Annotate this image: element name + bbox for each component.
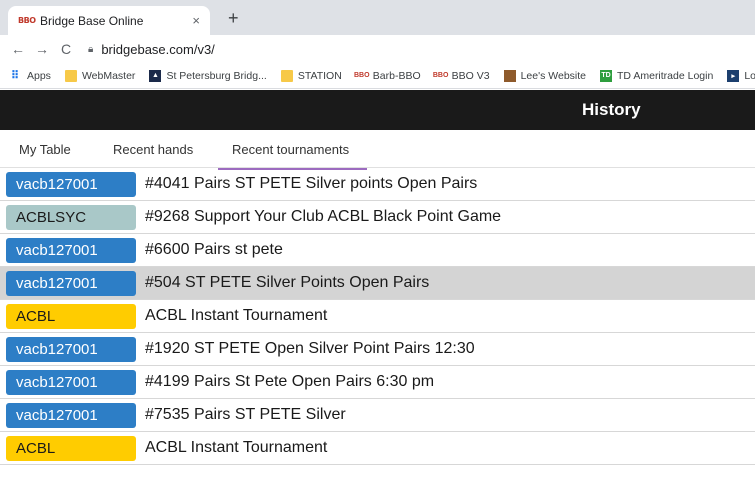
tab-recent-tournaments[interactable]: Recent tournaments — [218, 142, 368, 170]
tournament-row-selected[interactable]: vacb127001 #504 ST PETE Silver Points Ope… — [0, 267, 755, 300]
browser-toolbar: ← → C 🔒︎ bridgebase.com/v3/ — [0, 35, 755, 63]
lee-favicon-icon — [503, 69, 516, 82]
apps-grid-icon: ⠿ — [10, 70, 20, 82]
host-badge: vacb127001 — [6, 238, 136, 263]
bookmark-webmaster[interactable]: WebMaster — [64, 69, 136, 82]
stpete-favicon-icon: ▲ — [149, 69, 162, 82]
tournament-row[interactable]: vacb127001 #4199 Pairs St Pete Open Pairs… — [0, 366, 755, 399]
tournament-title: #9268 Support Your Club ACBL Black Point… — [145, 208, 502, 225]
bookmark-label: Apps — [27, 69, 51, 82]
folder-icon — [280, 69, 293, 82]
tournament-row[interactable]: vacb127001 #6600 Pairs st pete — [0, 234, 755, 267]
folder-icon — [64, 69, 77, 82]
reload-button[interactable]: C — [56, 41, 76, 57]
tournament-title: #504 ST PETE Silver Points Open Pairs — [145, 274, 430, 291]
bookmark-td-ameritrade[interactable]: TD TD Ameritrade Login — [600, 69, 714, 82]
tab-recent-hands[interactable]: Recent hands — [113, 142, 193, 157]
bookmark-label: Log In Ta — [744, 69, 755, 82]
tournament-title: ACBL Instant Tournament — [145, 307, 328, 324]
lock-icon: 🔒︎ — [88, 43, 94, 55]
tournament-list: vacb127001 #4041 Pairs ST PETE Silver poi… — [0, 168, 755, 465]
tab-strip: BBO Bridge Base Online × + — [0, 0, 755, 35]
new-tab-button[interactable]: + — [228, 8, 239, 29]
bookmark-label: TD Ameritrade Login — [617, 69, 714, 82]
tournament-title: ACBL Instant Tournament — [145, 439, 328, 456]
bookmark-st-petersburg[interactable]: ▲ St Petersburg Bridg... — [149, 69, 267, 82]
bookmark-label: STATION — [297, 69, 342, 82]
bookmark-lees-website[interactable]: Lee's Website — [503, 69, 587, 82]
bookmark-barb-bbo[interactable]: BBO Barb-BBO — [354, 69, 421, 82]
tournament-row[interactable]: vacb127001 #7535 Pairs ST PETE Silver — [0, 399, 755, 432]
host-badge: ACBL — [6, 304, 136, 329]
td-favicon-icon: TD — [600, 69, 613, 82]
host-badge: vacb127001 — [6, 271, 136, 296]
tournament-row[interactable]: ACBL ACBL Instant Tournament — [0, 432, 755, 465]
url-text: bridgebase.com/v3/ — [101, 41, 215, 57]
tournament-row[interactable]: vacb127001 #1920 ST PETE Open Silver Poin… — [0, 333, 755, 366]
host-badge: vacb127001 — [6, 403, 136, 428]
bookmark-label: WebMaster — [81, 69, 136, 82]
bookmark-log-in[interactable]: ▸ Log In Ta — [727, 69, 755, 82]
bbo-favicon-icon: BBO — [354, 72, 370, 79]
address-bar[interactable]: 🔒︎ bridgebase.com/v3/ — [88, 42, 215, 57]
browser-tab[interactable]: BBO Bridge Base Online × — [8, 6, 210, 35]
bookmark-station[interactable]: STATION — [280, 69, 342, 82]
bookmark-bbo-v3[interactable]: BBO BBO V3 — [432, 69, 490, 82]
app-header: History — [0, 90, 755, 130]
bookmarks-bar: ⠿ Apps WebMaster ▲ St Petersburg Bridg... … — [0, 63, 755, 89]
tournament-row[interactable]: vacb127001 #4041 Pairs ST PETE Silver poi… — [0, 168, 755, 201]
close-tab-icon[interactable]: × — [192, 13, 200, 28]
tournament-title: #1920 ST PETE Open Silver Point Pairs 12… — [145, 340, 475, 357]
page-title: History — [582, 100, 641, 119]
host-badge: ACBL — [6, 436, 136, 461]
tournament-title: #7535 Pairs ST PETE Silver — [145, 406, 346, 423]
forward-button[interactable]: → — [32, 41, 52, 57]
bookmark-label: BBO V3 — [451, 69, 490, 82]
bookmark-label: St Petersburg Bridg... — [166, 69, 267, 82]
tournament-row[interactable]: ACBL ACBL Instant Tournament — [0, 300, 755, 333]
tab-title: Bridge Base Online — [40, 13, 144, 28]
bookmark-apps[interactable]: ⠿ Apps — [8, 69, 51, 83]
back-button[interactable]: ← — [8, 41, 28, 57]
history-tabs: My Table Recent hands Recent tournaments — [0, 130, 755, 170]
tournament-row[interactable]: ACBLSYC #9268 Support Your Club ACBL Blac… — [0, 201, 755, 234]
tournament-title: #4041 Pairs ST PETE Silver points Open P… — [145, 175, 478, 192]
bbo-favicon-icon: BBO — [432, 72, 449, 79]
browser-chrome: BBO Bridge Base Online × + ← → C 🔒︎ brid… — [0, 0, 755, 89]
host-badge: vacb127001 — [6, 172, 136, 197]
host-badge: ACBLSYC — [6, 205, 136, 230]
login-favicon-icon: ▸ — [727, 69, 740, 82]
bbo-favicon-icon: BBO — [18, 16, 36, 25]
host-badge: vacb127001 — [6, 337, 136, 362]
tournament-title: #6600 Pairs st pete — [145, 241, 283, 258]
bookmark-label: Barb-BBO — [372, 69, 421, 82]
bookmark-label: Lee's Website — [520, 69, 587, 82]
tournament-title: #4199 Pairs St Pete Open Pairs 6:30 pm — [145, 373, 435, 390]
tab-my-table[interactable]: My Table — [19, 142, 71, 157]
host-badge: vacb127001 — [6, 370, 136, 395]
